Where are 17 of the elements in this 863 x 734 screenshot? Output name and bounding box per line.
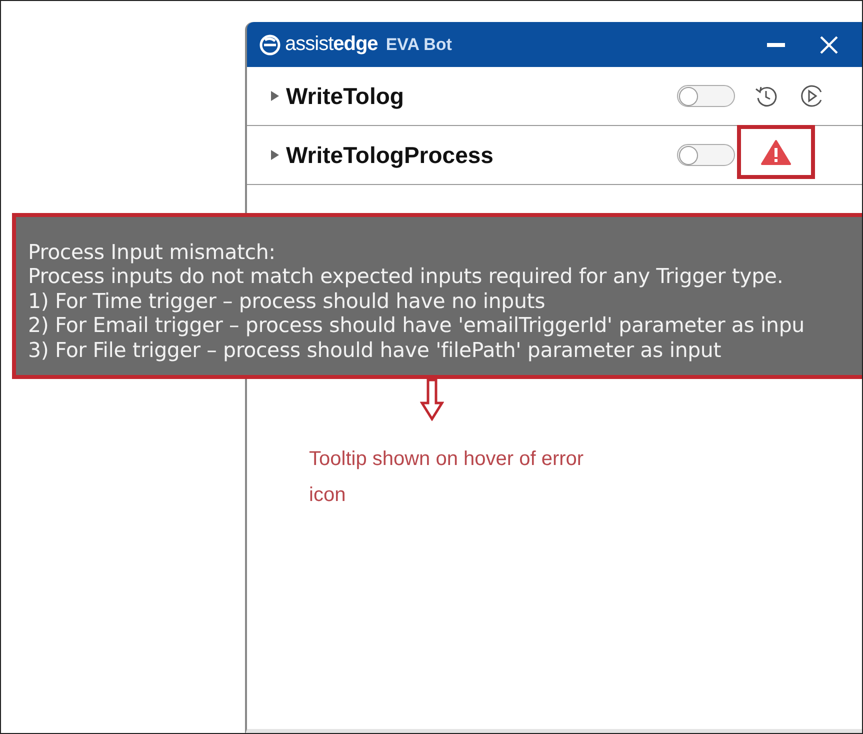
annotation-text: Tooltip shown on hover of error icon bbox=[309, 447, 585, 508]
warning-icon[interactable] bbox=[761, 139, 791, 165]
expand-caret-icon[interactable] bbox=[271, 150, 279, 160]
expand-caret-icon[interactable] bbox=[271, 91, 279, 101]
process-name[interactable]: WriteTolog bbox=[286, 82, 404, 110]
logo-icon bbox=[259, 34, 281, 56]
tooltip-line: Process inputs do not match expected inputs required for any Trigger type. bbox=[28, 264, 784, 289]
toggle-switch[interactable] bbox=[677, 144, 735, 166]
tooltip-line: 1) For Time trigger – process should have no inputs bbox=[28, 288, 546, 314]
toggle-switch[interactable] bbox=[677, 85, 735, 107]
brand-name: assistedge bbox=[285, 33, 378, 56]
process-name[interactable]: WriteTologProcess bbox=[286, 142, 494, 168]
tooltip-line: Process Input mismatch: bbox=[28, 240, 276, 264]
tooltip-line: 3) For File trigger – process should have 'filePath' parameter as input bbox=[28, 338, 722, 362]
tooltip-line: 2) For Email trigger – process should have 'emailTriggerId' parameter as inpu bbox=[28, 313, 806, 338]
window-title: EVA Bot bbox=[386, 34, 452, 54]
close-icon[interactable] bbox=[818, 34, 840, 56]
